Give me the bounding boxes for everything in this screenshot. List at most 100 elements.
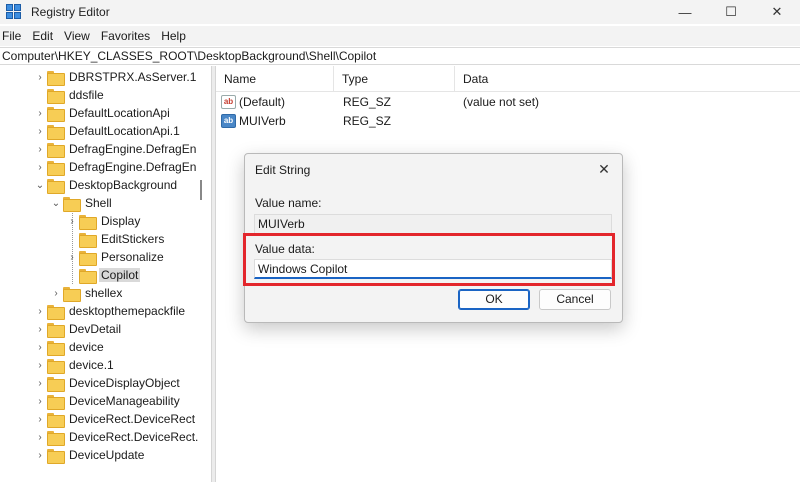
tree-item-label: DefragEngine.DefragEn (69, 142, 197, 156)
value-name-label: Value name: (255, 196, 322, 210)
menu-favorites[interactable]: Favorites (98, 29, 158, 43)
ok-button[interactable]: OK (458, 289, 530, 310)
chevron-right-icon[interactable]: › (51, 284, 61, 302)
tree-item[interactable]: › DeviceRect.DeviceRect (35, 410, 197, 428)
folder-icon (79, 214, 97, 230)
tree-item-label: DeviceRect.DeviceRect. (69, 430, 199, 444)
column-header-name[interactable]: Name (216, 66, 334, 92)
folder-icon (79, 268, 97, 284)
menu-view[interactable]: View (61, 29, 98, 43)
folder-icon (47, 70, 65, 86)
tree-item[interactable]: › device.1 (35, 356, 116, 374)
folder-icon (47, 376, 65, 392)
chevron-right-icon[interactable]: › (67, 248, 77, 266)
tree-item[interactable]: › DBRSTPRX.AsServer.1 (35, 68, 198, 86)
tree-item[interactable]: › Personalize (67, 248, 166, 266)
column-header-type[interactable]: Type (334, 66, 455, 92)
tree-item-label: shellex (85, 286, 123, 300)
folder-icon (47, 160, 65, 176)
menu-help[interactable]: Help (158, 29, 194, 43)
chevron-right-icon[interactable]: › (35, 104, 45, 122)
chevron-right-icon[interactable]: › (35, 446, 45, 464)
chevron-right-icon[interactable]: › (35, 392, 45, 410)
list-row[interactable]: ab (Default) REG_SZ (value not set) (216, 93, 800, 111)
tree-item-label: desktopthemepackfile (69, 304, 186, 318)
folder-icon (47, 88, 65, 104)
tree-item[interactable]: › DeviceUpdate (35, 446, 146, 464)
menu-edit[interactable]: Edit (29, 29, 61, 43)
tree-item[interactable]: › shellex (51, 284, 124, 302)
chevron-right-icon[interactable]: › (67, 212, 77, 230)
cancel-button[interactable]: Cancel (539, 289, 611, 310)
chevron-right-icon[interactable]: › (35, 140, 45, 158)
tree-item-label: Display (101, 214, 141, 228)
dialog-close-icon[interactable]: ✕ (592, 158, 616, 180)
chevron-right-icon[interactable]: › (35, 302, 45, 320)
chevron-right-icon[interactable]: › (35, 356, 45, 374)
maximize-button[interactable]: ☐ (708, 0, 754, 24)
chevron-right-icon[interactable]: › (35, 158, 45, 176)
folder-icon (47, 340, 65, 356)
tree-item-label: DefragEngine.DefragEn (69, 160, 197, 174)
chevron-right-icon[interactable]: › (35, 428, 45, 446)
chevron-right-icon[interactable]: › (35, 320, 45, 338)
folder-icon (63, 286, 81, 302)
folder-open-icon (63, 196, 81, 212)
tree-item[interactable]: ddsfile (35, 86, 106, 104)
column-header-data[interactable]: Data (455, 66, 800, 92)
tree-item-copilot[interactable]: Copilot (67, 266, 141, 284)
tree-item[interactable]: › DefragEngine.DefragEn (35, 158, 198, 176)
folder-icon (47, 448, 65, 464)
value-data: (value not set) (463, 95, 540, 109)
chevron-down-icon[interactable]: ⌄ (35, 176, 45, 194)
address-bar[interactable]: Computer\HKEY_CLASSES_ROOT\DesktopBackgr… (0, 47, 800, 65)
string-value-icon: ab (221, 114, 236, 128)
list-row[interactable]: ab MUIVerb REG_SZ (216, 112, 800, 130)
tree-item[interactable]: › DeviceRect.DeviceRect. (35, 428, 200, 446)
tree-item[interactable]: › DevDetail (35, 320, 123, 338)
value-type: REG_SZ (343, 114, 392, 128)
menu-file[interactable]: File (0, 29, 29, 43)
folder-icon (47, 106, 65, 122)
value-type: REG_SZ (343, 95, 392, 109)
string-value-icon: ab (221, 95, 236, 109)
tree-item[interactable]: › DefaultLocationApi (35, 104, 172, 122)
minimize-button[interactable]: — (662, 0, 708, 24)
tree-item-desktopbackground[interactable]: ⌄ DesktopBackground (35, 176, 179, 194)
chevron-right-icon[interactable]: › (35, 374, 45, 392)
folder-icon (47, 412, 65, 428)
tree-item-shell[interactable]: ⌄ Shell (51, 194, 114, 212)
chevron-down-icon[interactable]: ⌄ (51, 194, 61, 212)
tree-item-label: DeviceRect.DeviceRect (69, 412, 196, 426)
tree-item[interactable]: › DeviceDisplayObject (35, 374, 182, 392)
tree-scrollbar-thumb[interactable] (200, 180, 202, 200)
folder-icon (47, 304, 65, 320)
tree-item-label: Personalize (101, 250, 164, 264)
chevron-right-icon[interactable]: › (35, 122, 45, 140)
folder-icon (79, 232, 97, 248)
tree-item[interactable]: › Display (67, 212, 142, 230)
chevron-right-icon[interactable]: › (35, 338, 45, 356)
value-name: MUIVerb (239, 114, 286, 128)
title-bar: Registry Editor — ☐ ✕ (0, 0, 800, 24)
tree-item[interactable]: › DefragEngine.DefragEn (35, 140, 198, 158)
close-button[interactable]: ✕ (754, 0, 800, 24)
value-name-field: MUIVerb (254, 214, 612, 234)
tree-item[interactable]: › device (35, 338, 106, 356)
tree-item-label: Shell (85, 196, 112, 210)
chevron-right-icon[interactable]: › (35, 410, 45, 428)
registry-editor-icon (6, 4, 22, 20)
folder-icon (79, 250, 97, 266)
folder-icon (47, 322, 65, 338)
tree-item[interactable]: › DeviceManageability (35, 392, 182, 410)
tree-item[interactable]: › desktopthemepackfile (35, 302, 187, 320)
tree-item-label: DeviceDisplayObject (69, 376, 180, 390)
tree-item-label: DBRSTPRX.AsServer.1 (69, 70, 197, 84)
tree-item[interactable]: › DefaultLocationApi.1 (35, 122, 182, 140)
chevron-right-icon[interactable]: › (35, 68, 45, 86)
tree-item-label: DefaultLocationApi.1 (69, 124, 180, 138)
folder-icon (47, 394, 65, 410)
tree-item-label: DesktopBackground (69, 178, 178, 192)
tree-item[interactable]: EditStickers (67, 230, 166, 248)
tree-item-label: EditStickers (101, 232, 165, 246)
